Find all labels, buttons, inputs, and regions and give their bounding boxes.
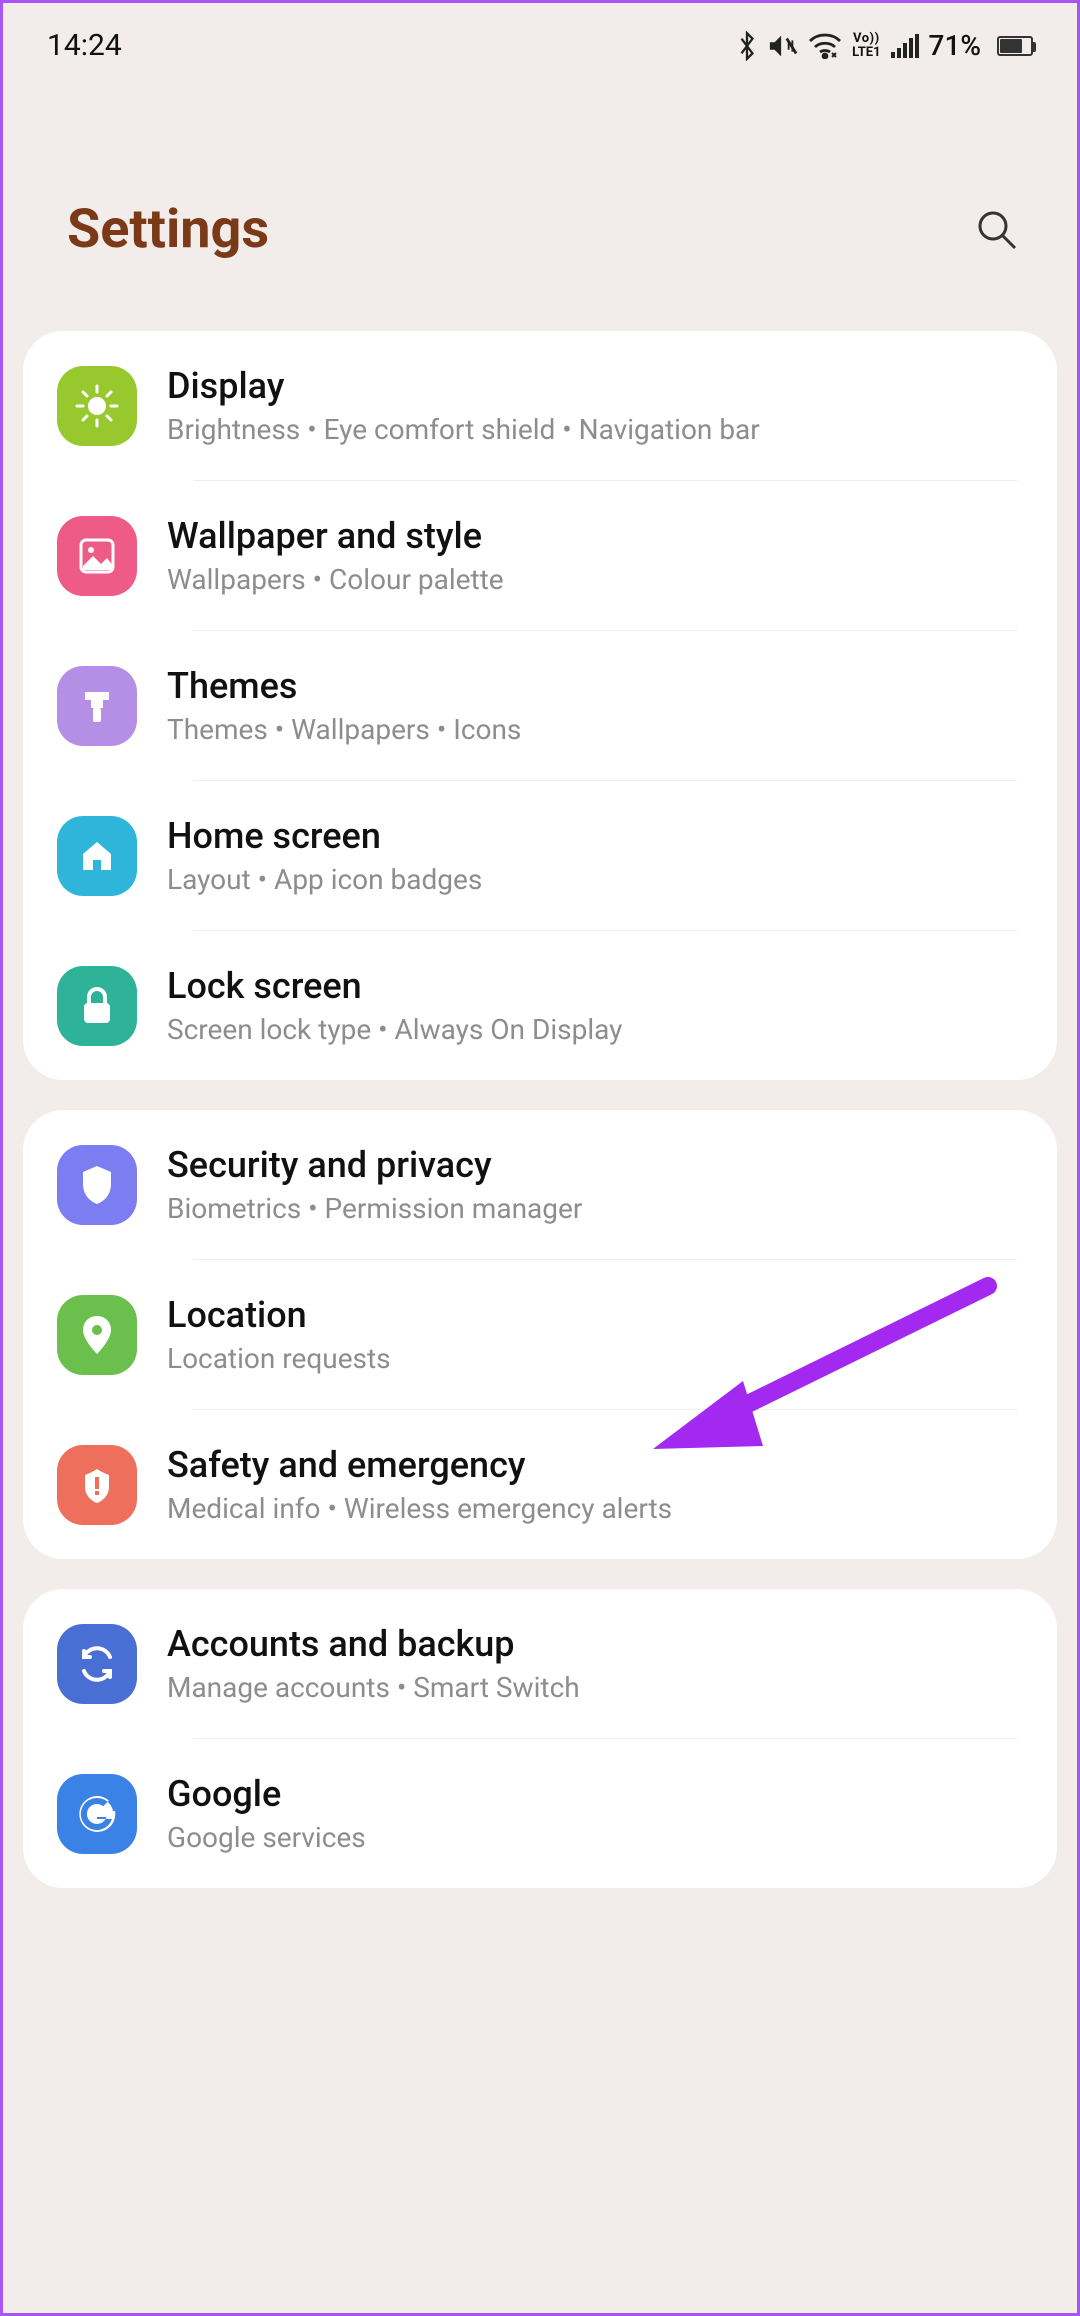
settings-item-google[interactable]: Google Google services [23,1739,1057,1888]
status-bar: 14:24 Vo))LTE1 71% [3,3,1077,88]
battery-icon [997,36,1033,56]
settings-item-lock-screen[interactable]: Lock screen Screen lock type • Always On… [23,931,1057,1080]
battery-percent: 71% [929,29,981,62]
item-title: Home screen [167,815,482,857]
item-title: Safety and emergency [167,1444,672,1486]
item-title: Accounts and backup [167,1623,580,1665]
item-title: Lock screen [167,965,622,1007]
settings-item-display[interactable]: Display Brightness • Eye comfort shield … [23,331,1057,480]
network-lte-icon: Vo))LTE1 [852,32,880,60]
accounts-icon [57,1624,137,1704]
settings-item-location[interactable]: Location Location requests [23,1260,1057,1409]
mute-icon [768,32,798,60]
item-subtitle: Biometrics • Permission manager [167,1192,582,1225]
item-title: Google [167,1773,366,1815]
item-subtitle: Brightness • Eye comfort shield • Naviga… [167,413,760,446]
item-subtitle: Medical info • Wireless emergency alerts [167,1492,672,1525]
shield-icon [57,1145,137,1225]
lock-icon [57,966,137,1046]
settings-group-1: Display Brightness • Eye comfort shield … [23,331,1057,1080]
search-icon [975,208,1019,252]
item-subtitle: Manage accounts • Smart Switch [167,1671,580,1704]
wifi-icon [808,33,842,59]
settings-item-wallpaper[interactable]: Wallpaper and style Wallpapers • Colour … [23,481,1057,630]
item-subtitle: Wallpapers • Colour palette [167,563,504,596]
google-icon [57,1774,137,1854]
item-title: Security and privacy [167,1144,582,1186]
item-subtitle: Google services [167,1821,366,1854]
themes-icon [57,666,137,746]
home-icon [57,816,137,896]
settings-item-accounts[interactable]: Accounts and backup Manage accounts • Sm… [23,1589,1057,1738]
item-subtitle: Layout • App icon badges [167,863,482,896]
item-subtitle: Screen lock type • Always On Display [167,1013,622,1046]
settings-item-security[interactable]: Security and privacy Biometrics • Permis… [23,1110,1057,1259]
item-subtitle: Themes • Wallpapers • Icons [167,713,521,746]
safety-icon [57,1445,137,1525]
item-title: Display [167,365,760,407]
settings-item-home-screen[interactable]: Home screen Layout • App icon badges [23,781,1057,930]
search-button[interactable] [969,202,1025,258]
item-subtitle: Location requests [167,1342,391,1375]
status-time: 14:24 [47,28,122,63]
item-title: Themes [167,665,521,707]
page-header: Settings [3,88,1077,331]
location-icon [57,1295,137,1375]
page-title: Settings [67,198,269,261]
bluetooth-icon [736,31,758,61]
signal-icon [891,34,919,58]
settings-item-themes[interactable]: Themes Themes • Wallpapers • Icons [23,631,1057,780]
display-icon [57,366,137,446]
settings-group-2: Security and privacy Biometrics • Permis… [23,1110,1057,1559]
status-indicators: Vo))LTE1 71% [736,29,1033,62]
settings-group-3: Accounts and backup Manage accounts • Sm… [23,1589,1057,1888]
settings-item-safety[interactable]: Safety and emergency Medical info • Wire… [23,1410,1057,1559]
item-title: Location [167,1294,391,1336]
wallpaper-icon [57,516,137,596]
item-title: Wallpaper and style [167,515,504,557]
